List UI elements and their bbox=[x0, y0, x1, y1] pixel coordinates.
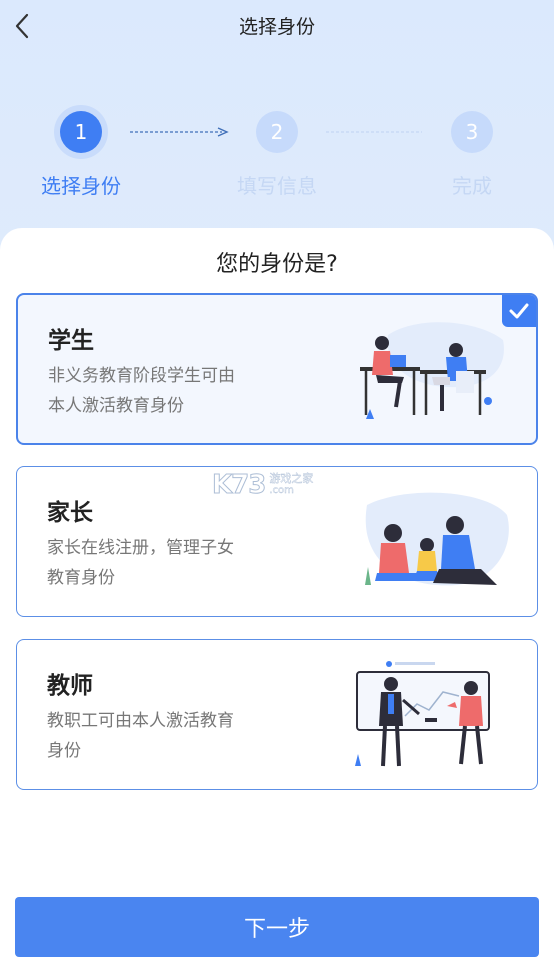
role-description: 家长在线注册，管理子女 教育身份 bbox=[47, 538, 234, 588]
role-card-student[interactable]: 学生 非义务教育阶段学生可由 本人激活教育身份 bbox=[16, 293, 538, 445]
step-3-circle: 3 bbox=[451, 111, 493, 153]
watermark-logo: K73 游戏之家 .com bbox=[211, 470, 314, 501]
step-2-label: 填写信息 bbox=[237, 174, 317, 198]
step-1-number: 1 bbox=[74, 120, 88, 144]
role-title: 教师 bbox=[47, 673, 93, 699]
identity-question: 您的身份是? bbox=[216, 252, 338, 277]
student-illustration-icon bbox=[360, 322, 504, 419]
nav-bar: 选择身份 bbox=[0, 0, 554, 52]
step-3-number: 3 bbox=[465, 120, 479, 144]
teacher-illustration-icon bbox=[355, 661, 490, 767]
page-title: 选择身份 bbox=[238, 16, 315, 38]
checkmark-icon bbox=[509, 303, 529, 319]
role-title: 学生 bbox=[48, 328, 94, 354]
step-2-circle: 2 bbox=[256, 111, 298, 153]
step-connector-1 bbox=[130, 127, 229, 137]
next-step-button[interactable]: 下一步 bbox=[15, 897, 539, 957]
role-title: 家长 bbox=[47, 500, 93, 526]
step-1-circle: 1 bbox=[60, 111, 102, 153]
role-card-teacher[interactable]: 教师 教职工可由本人激活教育 身份 bbox=[16, 639, 538, 790]
parent-illustration-icon bbox=[365, 492, 509, 586]
stepper: 1 选择身份 2 填写信息 3 完成 bbox=[0, 100, 554, 200]
step-2-number: 2 bbox=[270, 120, 284, 144]
step-connector-2 bbox=[326, 131, 422, 133]
role-description: 教职工可由本人激活教育 身份 bbox=[47, 711, 234, 761]
step-3-label: 完成 bbox=[452, 174, 492, 198]
role-description: 非义务教育阶段学生可由 本人激活教育身份 bbox=[48, 366, 235, 416]
step-1-label: 选择身份 bbox=[41, 174, 121, 198]
